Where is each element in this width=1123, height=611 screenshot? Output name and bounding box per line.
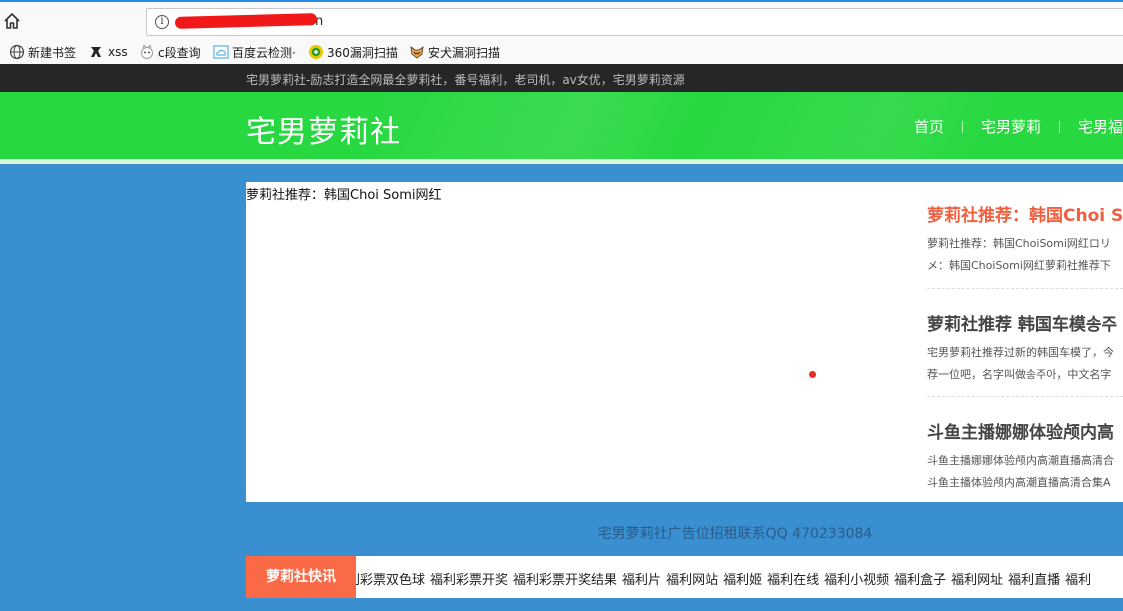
news-item[interactable]: 福利彩票开奖 <box>430 573 508 588</box>
ad-banner-text: 宅男萝莉社广告位招租联系QQ 470233084 <box>597 526 873 542</box>
bookmark-label: xss <box>108 45 128 59</box>
site-header: 宅男萝莉社 首页 宅男萝莉 宅男福 <box>0 92 1123 159</box>
bookmark-label: 新建书签 <box>28 45 77 60</box>
news-item[interactable]: 福利小视频 <box>824 573 889 588</box>
site-logo[interactable]: 宅男萝莉社 <box>246 107 401 151</box>
bookmark-c-query[interactable]: c段查询 <box>139 43 201 61</box>
xss-bookmark-icon <box>91 47 101 57</box>
slider-indicator-dot[interactable] <box>809 371 816 378</box>
news-item[interactable]: 福利片 <box>622 573 661 588</box>
site-slogan: 宅男萝莉社-励志打造全网最全萝莉社，番号福利，老司机，av女优，宅男萝莉资源 <box>246 73 685 87</box>
post-excerpt-line: メ：韩国ChoiSomi网红萝莉社推荐下 <box>927 259 1111 272</box>
bookmark-label: 360漏洞扫描 <box>327 45 398 60</box>
nav-separator <box>1059 121 1061 133</box>
nav-item-home[interactable]: 首页 <box>914 117 944 137</box>
news-label: 萝莉社快讯 <box>246 556 356 598</box>
globe-icon <box>9 44 25 60</box>
post-divider <box>927 396 1123 397</box>
news-item[interactable]: 福利 <box>1065 573 1091 588</box>
post-item[interactable]: 斗鱼主播娜娜体验颅内高 斗鱼主播娜娜体验颅内高潮直播高清合 斗鱼主播体验颅内高潮… <box>927 418 1123 490</box>
nav-item-zhainan-fuli[interactable]: 宅男福 <box>1078 117 1123 137</box>
c-query-icon <box>141 44 153 59</box>
dog-icon <box>410 46 424 59</box>
news-item[interactable]: 福利直播 <box>1008 573 1060 588</box>
news-item[interactable]: 福利盒子 <box>894 573 946 588</box>
bookmark-baidu-cloud[interactable]: 百度云检测· <box>213 43 296 61</box>
post-excerpt-line: 萝莉社推荐：韩国ChoiSomi网红ロリ <box>927 237 1111 250</box>
news-item[interactable]: 利彩票双色球 <box>347 573 425 588</box>
nav-separator <box>962 121 964 133</box>
nav-item-zhainan-luoli[interactable]: 宅男萝莉 <box>981 117 1041 137</box>
post-excerpt-line: 宅男萝莉社推荐过新的韩国车模了，今 <box>927 346 1114 359</box>
news-item[interactable]: 福利姬 <box>723 573 762 588</box>
post-item[interactable]: 萝莉社推荐 韩国车模송주 宅男萝莉社推荐过新的韩国车模了，今 荐一位吧，名字叫做… <box>927 310 1123 382</box>
post-title[interactable]: 萝莉社推荐 韩国车模송주 <box>927 310 1123 335</box>
cloud-icon <box>213 45 229 59</box>
post-excerpt-line: 荐一位吧，名字叫做송주아，中文名字 <box>927 368 1112 381</box>
main-nav: 首页 宅男萝莉 宅男福 <box>914 117 1123 137</box>
bookmarks-toolbar: 新建书签 xss c段查询 百度云检测· 360漏洞扫描 安犬漏洞扫描 <box>0 40 1123 64</box>
news-ticker-list: 利彩票双色球 福利彩票开奖 福利彩票开奖结果 福利片 福利网站 福利姬 福利在线 福利小视频福… <box>347 569 1096 588</box>
image-slider[interactable]: 萝莉社推荐：韩国Choi Somi网红 <box>246 182 906 502</box>
slider-caption[interactable]: 萝莉社推荐：韩国Choi Somi网红 <box>246 184 442 203</box>
url-input[interactable]: i n <box>146 8 1123 36</box>
browser-address-bar: i n <box>0 0 1123 40</box>
site-top-bar: 宅男萝莉社-励志打造全网最全萝莉社，番号福利，老司机，av女优，宅男萝莉资源 <box>0 64 1123 92</box>
bookmark-xss[interactable]: xss <box>89 43 128 61</box>
post-excerpt-line: 斗鱼主播体验颅内高潮直播高清合集A <box>927 476 1111 489</box>
news-ticker-bar: 利彩票双色球 福利彩票开奖 福利彩票开奖结果 福利片 福利网站 福利姬 福利在线 福利小视频福… <box>246 556 1123 598</box>
bookmark-label: c段查询 <box>158 45 201 60</box>
bookmark-label: 安犬漏洞扫描 <box>428 45 501 60</box>
news-item[interactable]: 福利网站 <box>666 573 718 588</box>
news-item[interactable]: 福利在线 <box>767 573 819 588</box>
post-divider <box>927 288 1123 289</box>
post-title[interactable]: 斗鱼主播娜娜体验颅内高 <box>927 418 1123 443</box>
post-excerpt-line: 斗鱼主播娜娜体验颅内高潮直播高清合 <box>927 454 1114 467</box>
info-icon[interactable]: i <box>155 15 169 29</box>
header-bottom-strip <box>0 159 1123 164</box>
360-icon <box>309 45 323 59</box>
bookmark-new[interactable]: 新建书签 <box>9 43 76 61</box>
main-content-panel: 萝莉社推荐：韩国Choi Somi网红 萝莉社推荐：韩国Choi S 萝莉社推荐… <box>246 182 1123 502</box>
home-icon[interactable] <box>2 11 22 31</box>
bookmark-label: 百度云检测· <box>232 45 296 60</box>
news-item[interactable]: 福利网址 <box>951 573 1003 588</box>
post-item[interactable]: 萝莉社推荐：韩国Choi S 萝莉社推荐：韩国ChoiSomi网红ロリ メ：韩国… <box>927 201 1123 273</box>
bookmark-360-scan[interactable]: 360漏洞扫描 <box>308 43 398 61</box>
bookmark-anquan-scan[interactable]: 安犬漏洞扫描 <box>409 43 500 61</box>
post-title[interactable]: 萝莉社推荐：韩国Choi S <box>927 201 1123 226</box>
news-item[interactable]: 福利彩票开奖结果 <box>513 573 617 588</box>
